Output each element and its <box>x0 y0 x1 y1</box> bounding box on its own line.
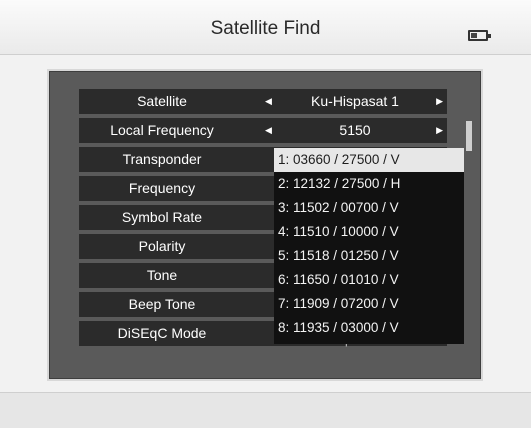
arrow-right-icon[interactable]: ▶ <box>436 89 443 114</box>
list-item[interactable]: 6: 11650 / 01010 / V <box>274 268 464 292</box>
footer-bar <box>0 392 531 428</box>
menu-label: Beep Tone <box>128 296 196 312</box>
list-item[interactable]: 4: 11510 / 10000 / V <box>274 220 464 244</box>
local-frequency-value: 5150 <box>339 122 371 138</box>
battery-icon <box>468 30 491 41</box>
list-scrollbar[interactable] <box>466 121 472 151</box>
menu-label: Frequency <box>128 180 196 196</box>
settings-panel: Satellite ◀ Ku-Hispasat 1 ▶ Local Freque… <box>47 69 483 381</box>
menu-label: Tone <box>146 267 178 283</box>
menu-label: Symbol Rate <box>121 209 203 225</box>
menu-row-satellite[interactable]: Satellite ◀ Ku-Hispasat 1 ▶ <box>79 89 447 114</box>
list-item[interactable]: 1: 03660 / 27500 / V <box>274 148 464 172</box>
satellite-value: Ku-Hispasat 1 <box>311 93 399 109</box>
local-frequency-selector[interactable]: ◀ 5150 ▶ <box>265 118 445 143</box>
list-item[interactable]: 7: 11909 / 07200 / V <box>274 292 464 316</box>
menu-label: Transponder <box>122 151 202 167</box>
page-title: Satellite Find <box>210 18 321 39</box>
header-bar: Satellite Find <box>0 0 531 55</box>
arrow-left-icon[interactable]: ◀ <box>265 89 272 114</box>
menu-row-local-frequency[interactable]: Local Frequency ◀ 5150 ▶ <box>79 118 447 143</box>
menu-label: Polarity <box>138 238 186 254</box>
menu-label: DiSEqC Mode <box>117 325 207 341</box>
list-item[interactable]: 3: 11502 / 00700 / V <box>274 196 464 220</box>
battery-level <box>471 33 477 38</box>
arrow-left-icon[interactable]: ◀ <box>265 118 272 143</box>
transponder-dropdown-list[interactable]: 1: 03660 / 27500 / V 2: 12132 / 27500 / … <box>274 148 464 344</box>
list-item[interactable]: 8: 11935 / 03000 / V <box>274 316 464 340</box>
list-item[interactable]: 2: 12132 / 27500 / H <box>274 172 464 196</box>
menu-label: Satellite <box>137 93 187 109</box>
list-item[interactable]: 5: 11518 / 01250 / V <box>274 244 464 268</box>
arrow-right-icon[interactable]: ▶ <box>436 118 443 143</box>
satellite-selector[interactable]: ◀ Ku-Hispasat 1 ▶ <box>265 89 445 114</box>
menu-label: Local Frequency <box>110 122 214 138</box>
